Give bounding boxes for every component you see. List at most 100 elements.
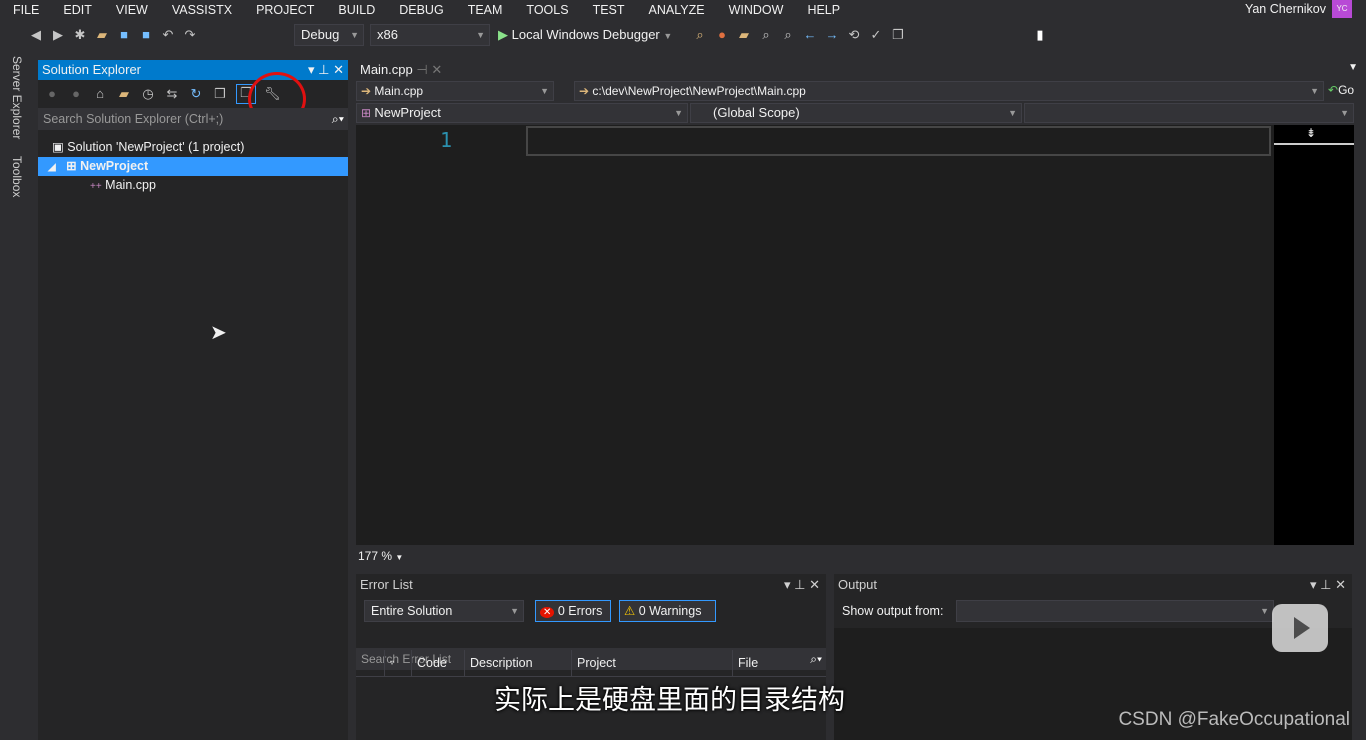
server-explorer-tab[interactable]: Server Explorer — [10, 56, 24, 139]
arrow-icon: ➔ — [579, 84, 590, 98]
close-icon[interactable]: ✕ — [431, 62, 442, 77]
code-editor[interactable] — [356, 125, 1274, 545]
zoom-icon[interactable]: ⌕ — [780, 27, 796, 43]
split-icon[interactable]: ⇟ — [1306, 126, 1316, 140]
line-number: 1 — [440, 128, 453, 152]
errors-filter-button[interactable]: ✕ 0 Errors — [535, 600, 611, 622]
pin-icon[interactable]: ⊥ — [794, 577, 805, 592]
column-project[interactable]: Project — [571, 650, 616, 676]
menu-analyze[interactable]: ANALYZE — [636, 3, 716, 17]
tool-icon[interactable]: ● — [714, 27, 730, 43]
project-dropdown[interactable]: ⊞ NewProject ▼ — [356, 103, 688, 123]
save-all-icon[interactable]: ■ — [138, 27, 154, 43]
scrollbar-map[interactable] — [1274, 125, 1354, 545]
menu-edit[interactable]: EDIT — [50, 3, 102, 17]
menu-file[interactable]: FILE — [0, 3, 50, 17]
spell-check-icon[interactable]: ✓ — [868, 27, 884, 43]
menu-test[interactable]: TEST — [580, 3, 636, 17]
pending-changes-icon[interactable]: ◷ — [140, 86, 156, 102]
search-icon[interactable]: ⌕ — [758, 27, 774, 43]
toolbox-tab[interactable]: Toolbox — [10, 156, 24, 197]
menu-team[interactable]: TEAM — [455, 3, 514, 17]
tree-item-project[interactable]: ◢ ⊞ NewProject — [38, 157, 348, 176]
forward-icon[interactable]: ▶ — [50, 27, 66, 43]
close-icon[interactable]: ✕ — [809, 577, 820, 592]
menu-debug[interactable]: DEBUG — [386, 3, 454, 17]
pin-icon[interactable]: ⊥ — [318, 62, 329, 77]
horizontal-scrollbar[interactable] — [426, 553, 1266, 559]
forward-icon[interactable]: ● — [68, 86, 84, 102]
member-dropdown[interactable]: ▼ — [1024, 103, 1354, 123]
menu-window[interactable]: WINDOW — [716, 3, 795, 17]
pin-icon[interactable]: ⊣ — [416, 62, 427, 77]
save-icon[interactable]: ■ — [116, 27, 132, 43]
refresh-icon[interactable]: ↻ — [188, 86, 204, 102]
menu-vassistx[interactable]: VASSISTX — [159, 3, 243, 17]
toolbar: ◀ ▶ ✱ ▰ ■ ■ ↶ ↷ — [28, 24, 198, 46]
chevron-down-icon[interactable]: ▾ — [308, 62, 315, 77]
chevron-down-icon: ▼ — [540, 86, 549, 96]
panel-title: Error List — [360, 577, 413, 592]
platform-dropdown[interactable]: x86 ▼ — [370, 24, 490, 46]
search-icon[interactable]: ⌕▾ — [332, 108, 344, 130]
back-icon[interactable]: ◀ — [28, 27, 44, 43]
menu-help[interactable]: HELP — [794, 3, 851, 17]
file-nav-dropdown[interactable]: ➔ Main.cpp ▼ — [356, 81, 554, 101]
error-icon: ✕ — [540, 607, 555, 618]
open-icon[interactable]: ▰ — [94, 27, 110, 43]
pin-icon[interactable]: ⊥ — [1320, 577, 1331, 592]
column-file[interactable]: File — [732, 650, 758, 676]
back-icon[interactable]: ● — [44, 86, 60, 102]
refresh-icon[interactable]: ⟲ — [846, 27, 862, 43]
warnings-filter-button[interactable]: ⚠ 0 Warnings — [619, 600, 716, 622]
menu-view[interactable]: VIEW — [103, 3, 159, 17]
tab-main-cpp[interactable]: Main.cpp ⊣ ✕ — [356, 60, 446, 80]
panel-title: Output — [838, 577, 878, 592]
column-filter[interactable]: ▿ — [384, 650, 412, 676]
tree-item-solution[interactable]: ▣ Solution 'NewProject' (1 project) — [38, 138, 348, 157]
output-source-dropdown[interactable]: ▼ — [956, 600, 1274, 622]
path-nav-dropdown[interactable]: ➔ c:\dev\NewProject\NewProject\Main.cpp ▼ — [574, 81, 1324, 101]
expand-icon[interactable]: ◢ — [48, 162, 56, 173]
chevron-down-icon: ▼ — [674, 108, 683, 118]
chevron-down-icon[interactable]: ▾ — [1310, 577, 1317, 592]
menu-build[interactable]: BUILD — [325, 3, 386, 17]
scope-dropdown[interactable]: (Global Scope) ▼ — [690, 103, 1022, 123]
column-code[interactable]: Code — [411, 650, 447, 676]
scope-filter-dropdown[interactable]: Entire Solution ▼ — [364, 600, 524, 622]
start-debugger-button[interactable]: ▶ Local Windows Debugger ▼ — [498, 27, 672, 43]
chevron-down-icon[interactable]: ▾ — [784, 577, 791, 592]
window-icon[interactable]: ❐ — [890, 27, 906, 43]
scroll-thumb[interactable] — [1274, 143, 1354, 145]
chevron-down-icon[interactable]: ▼ — [1348, 62, 1358, 73]
config-dropdown[interactable]: Debug ▼ — [294, 24, 364, 46]
folder-icon[interactable]: ▰ — [736, 27, 752, 43]
bookmark-icon[interactable]: ▮ — [1032, 27, 1048, 43]
column-description[interactable]: Description — [464, 650, 533, 676]
collapse-all-icon[interactable]: ❒ — [212, 86, 228, 102]
avatar[interactable]: YC — [1332, 0, 1352, 18]
nav-forward-icon[interactable]: → — [824, 27, 840, 43]
user-name[interactable]: Yan Chernikov — [1245, 2, 1326, 16]
find-icon[interactable]: ⌕ — [692, 27, 708, 43]
zoom-dropdown[interactable]: 177 % ▼ — [358, 549, 403, 563]
solution-tree: ▣ Solution 'NewProject' (1 project) ◢ ⊞ … — [38, 138, 348, 195]
tree-label: Solution 'NewProject' (1 project) — [67, 140, 245, 154]
nav-back-icon[interactable]: ← — [802, 27, 818, 43]
go-button[interactable]: ↶Go — [1328, 83, 1354, 97]
redo-icon[interactable]: ↷ — [182, 27, 198, 43]
menu-project[interactable]: PROJECT — [243, 3, 325, 17]
close-icon[interactable]: ✕ — [1335, 577, 1346, 592]
menu-tools[interactable]: TOOLS — [513, 3, 579, 17]
close-icon[interactable]: ✕ — [333, 62, 344, 77]
solution-explorer-search[interactable]: Search Solution Explorer (Ctrl+;) ⌕▾ — [38, 108, 348, 130]
panel-controls: ▾ ⊥ ✕ — [308, 60, 344, 80]
output-header: Output ▾ ⊥ ✕ — [834, 574, 1352, 596]
switch-views-icon[interactable]: ▰ — [116, 86, 132, 102]
sync-icon[interactable]: ⇆ — [164, 86, 180, 102]
undo-icon[interactable]: ↶ — [160, 27, 176, 43]
new-project-icon[interactable]: ✱ — [72, 27, 88, 43]
scope-value: Entire Solution — [371, 604, 453, 618]
tree-item-main-cpp[interactable]: ++ Main.cpp — [38, 176, 348, 195]
home-icon[interactable]: ⌂ — [92, 86, 108, 102]
